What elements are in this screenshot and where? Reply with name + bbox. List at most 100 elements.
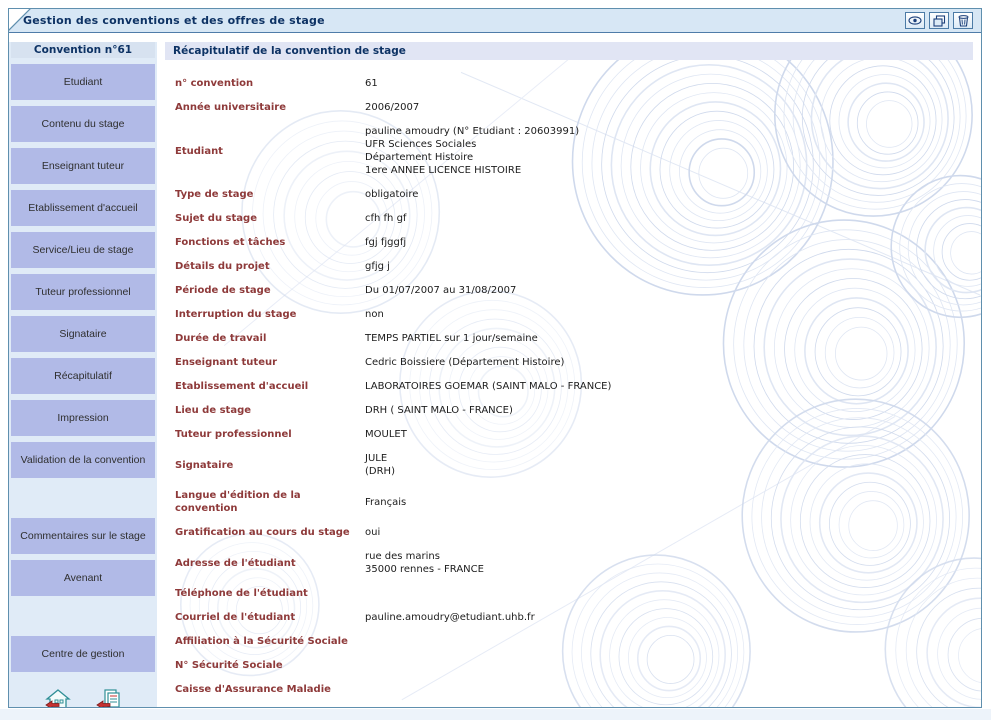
sidebar-item[interactable]: Signataire (11, 316, 155, 352)
field-value: DRH ( SAINT MALO - FRANCE) (365, 404, 513, 417)
field-value: TEMPS PARTIEL sur 1 jour/semaine (365, 332, 538, 345)
field-value: oui (365, 707, 380, 708)
sidebar-item[interactable]: Enseignant tuteur (11, 148, 155, 184)
sidebar-item[interactable]: Etablissement d'accueil (11, 190, 155, 226)
field-label: n° convention (175, 77, 365, 90)
field-label: Lieu de stage (175, 404, 365, 417)
summary-row: Type de stage obligatoire (175, 183, 973, 207)
field-value: Français (365, 496, 406, 509)
field-value: obligatoire (365, 188, 418, 201)
summary-row: Etablissement d'accueil LABORATOIRES GOE… (175, 375, 973, 399)
page-title: Récapitulatif de la convention de stage (165, 42, 973, 60)
field-value: pauline.amoudry@etudiant.uhb.fr (365, 611, 535, 624)
field-value: 61 (365, 77, 378, 90)
summary-row: Convention validée oui (175, 702, 973, 708)
field-value: gfjg j (365, 260, 390, 273)
field-label: Fonctions et tâches (175, 236, 365, 249)
field-value: Du 01/07/2007 au 31/08/2007 (365, 284, 516, 297)
titlebar: Gestion des conventions et des offres de… (9, 9, 981, 33)
sidebar-item[interactable]: Tuteur professionnel (11, 274, 155, 310)
window-frame: Gestion des conventions et des offres de… (8, 8, 982, 708)
summary-row: n° convention 61 (175, 72, 973, 96)
field-label: Etudiant (175, 145, 365, 158)
summary-row: Fonctions et tâches fgj fjggfj (175, 231, 973, 255)
sidebar-item-label: Centre de gestion (42, 648, 125, 660)
back-list-button[interactable] (95, 688, 121, 708)
summary-row: Téléphone de l'étudiant (175, 582, 973, 606)
summary-row: Lieu de stage DRH ( SAINT MALO - FRANCE) (175, 399, 973, 423)
sidebar-item[interactable]: Centre de gestion (11, 636, 155, 672)
back-home-button[interactable] (45, 688, 71, 708)
field-label: Langue d'édition de la convention (175, 489, 365, 515)
sidebar-item[interactable]: Etudiant (11, 64, 155, 100)
corner-notch (8, 8, 32, 32)
window-title: Gestion des conventions et des offres de… (23, 14, 325, 27)
field-label: Sujet du stage (175, 212, 365, 225)
field-label: Signataire (175, 459, 365, 472)
sidebar-item[interactable]: Commentaires sur le stage (11, 518, 155, 554)
sidebar-item-label: Validation de la convention (21, 454, 146, 466)
titlebar-toolbar (905, 12, 973, 29)
delete-button[interactable] (953, 12, 973, 29)
summary-row: Année universitaire 2006/2007 (175, 96, 973, 120)
summary-row: Sujet du stage cfh fh gf (175, 207, 973, 231)
sidebar-item[interactable]: Impression (11, 400, 155, 436)
summary-row: Tuteur professionnel MOULET (175, 423, 973, 447)
preview-button[interactable] (905, 12, 925, 29)
field-value: MOULET (365, 428, 407, 441)
sidebar-item-label: Contenu du stage (42, 118, 125, 130)
convention-number-header: Convention n°61 (11, 42, 155, 58)
summary-row: Courriel de l'étudiant pauline.amoudry@e… (175, 606, 973, 630)
eye-icon (908, 15, 922, 26)
field-label: Interruption du stage (175, 308, 365, 321)
sidebar-item-label: Commentaires sur le stage (20, 530, 145, 542)
trash-icon (958, 15, 969, 27)
field-label: Etablissement d'accueil (175, 380, 365, 393)
sidebar: Convention n°61 Etudiant Contenu du stag… (9, 42, 157, 708)
summary-row: Période de stage Du 01/07/2007 au 31/08/… (175, 279, 973, 303)
summary-rows: n° convention 61 Année universitaire 200… (165, 72, 973, 708)
field-value: Cedric Boissiere (Département Histoire) (365, 356, 564, 369)
summary-row: Etudiant pauline amoudry (N° Etudiant : … (175, 120, 973, 183)
field-value: oui (365, 526, 380, 539)
sidebar-item[interactable]: Validation de la convention (11, 442, 155, 478)
summary-row: Durée de travail TEMPS PARTIEL sur 1 jou… (175, 327, 973, 351)
field-label: Année universitaire (175, 101, 365, 114)
window-body: Convention n°61 Etudiant Contenu du stag… (9, 33, 981, 708)
field-label: Caisse d'Assurance Maladie (175, 683, 365, 696)
application-window: { "window": { "title": "Gestion des conv… (0, 0, 991, 720)
sidebar-item-label: Tuteur professionnel (35, 286, 130, 298)
sidebar-item-label: Etablissement d'accueil (28, 202, 137, 214)
sidebar-item-label: Avenant (64, 572, 102, 584)
sidebar-item[interactable]: Récapitulatif (11, 358, 155, 394)
summary-row: Caisse d'Assurance Maladie (175, 678, 973, 702)
summary-row: Langue d'édition de la convention França… (175, 484, 973, 521)
field-label: Téléphone de l'étudiant (175, 587, 365, 600)
field-label: Période de stage (175, 284, 365, 297)
printer-icon (933, 15, 946, 27)
summary-row: N° Sécurité Sociale (175, 654, 973, 678)
field-label: Type de stage (175, 188, 365, 201)
documents-return-icon (95, 688, 121, 708)
field-value: fgj fjggfj (365, 236, 406, 249)
sidebar-item-label: Etudiant (64, 76, 103, 88)
field-value: 2006/2007 (365, 101, 419, 114)
sidebar-item-label: Impression (57, 412, 108, 424)
main-content: Récapitulatif de la convention de stage … (165, 42, 981, 708)
print-button[interactable] (929, 12, 949, 29)
sidebar-item[interactable]: Avenant (11, 560, 155, 596)
field-label: Durée de travail (175, 332, 365, 345)
bottom-strip (0, 709, 991, 720)
field-label: Enseignant tuteur (175, 356, 365, 369)
field-value: JULE (DRH) (365, 452, 395, 478)
sidebar-item[interactable]: Contenu du stage (11, 106, 155, 142)
sidebar-item[interactable]: Service/Lieu de stage (11, 232, 155, 268)
summary-row: Adresse de l'étudiant rue des marins 350… (175, 545, 973, 582)
field-label: Courriel de l'étudiant (175, 611, 365, 624)
sidebar-item-label: Enseignant tuteur (42, 160, 124, 172)
summary-row: Affiliation à la Sécurité Sociale (175, 630, 973, 654)
summary-row: Détails du projet gfjg j (175, 255, 973, 279)
field-value: pauline amoudry (N° Etudiant : 20603991)… (365, 125, 579, 177)
field-label: Gratification au cours du stage (175, 526, 365, 539)
field-label: N° Sécurité Sociale (175, 659, 365, 672)
